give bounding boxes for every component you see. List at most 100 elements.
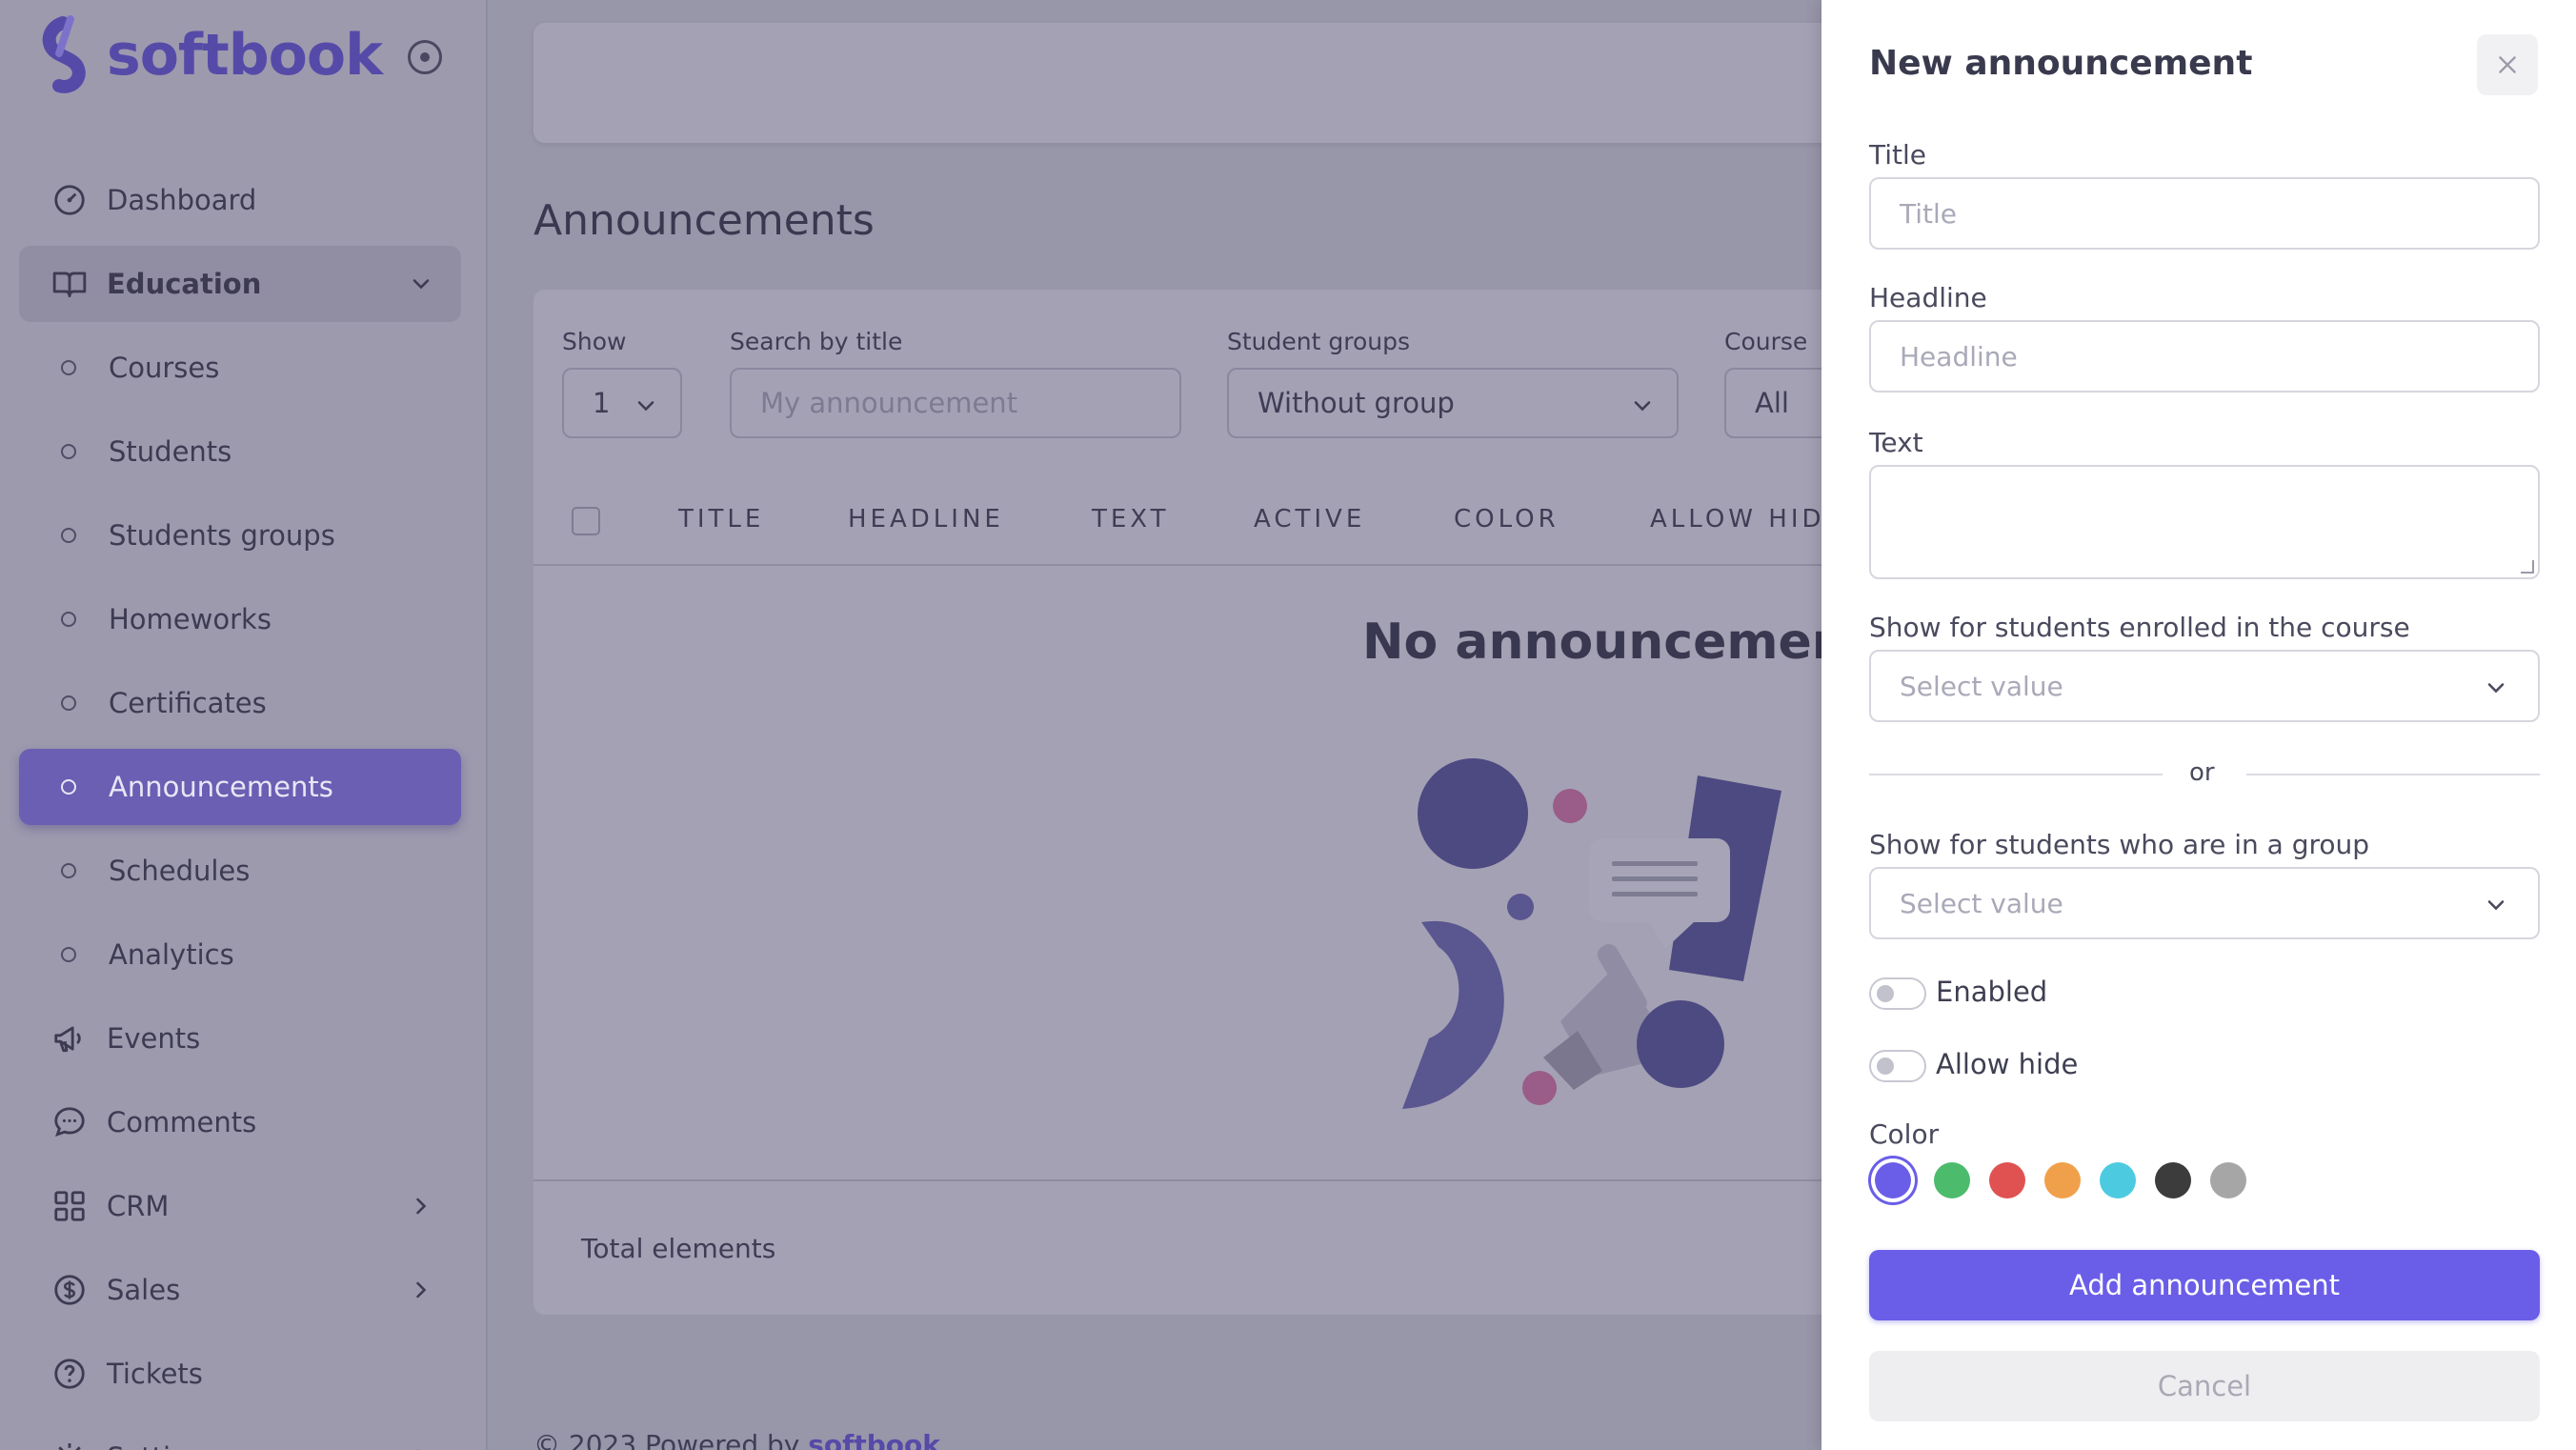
column-color[interactable]: COLOR	[1454, 505, 1560, 534]
column-title[interactable]: TITLE	[678, 505, 764, 534]
select-all-checkbox[interactable]	[572, 507, 600, 535]
text-textarea[interactable]	[1869, 465, 2540, 579]
empty-state-title: No announcements	[1362, 614, 1901, 671]
sidebar-item-label: Courses	[109, 352, 220, 384]
enabled-label: Enabled	[1936, 976, 2048, 1008]
headline-placeholder: Headline	[1900, 340, 2018, 373]
column-allow-hide[interactable]: ALLOW HIDE	[1650, 505, 1844, 534]
bullet-icon	[61, 947, 76, 962]
column-text[interactable]: TEXT	[1092, 505, 1170, 534]
sidebar-item-education[interactable]: Education	[19, 246, 461, 322]
bullet-icon	[61, 779, 76, 795]
gear-icon	[51, 1440, 88, 1450]
sidebar: softbook Dashboard Education Courses Stu…	[0, 0, 488, 1450]
brand-logo[interactable]: softbook	[34, 15, 383, 95]
bullet-icon	[61, 612, 76, 627]
color-swatch-purple[interactable]	[1875, 1162, 1911, 1198]
bullet-icon	[61, 528, 76, 543]
chevron-down-icon	[637, 401, 654, 412]
color-swatch-cyan[interactable]	[2100, 1162, 2136, 1198]
chevron-down-icon	[2487, 683, 2505, 694]
sidebar-collapse-button[interactable]	[408, 40, 442, 74]
show-select[interactable]: 1	[562, 368, 682, 438]
title-label: Title	[1869, 139, 1927, 171]
chevron-down-icon	[413, 279, 430, 290]
color-swatch-green[interactable]	[1934, 1162, 1970, 1198]
sidebar-item-label: Students groups	[109, 519, 335, 552]
page-title: Announcements	[533, 196, 875, 245]
cancel-button[interactable]: Cancel	[1869, 1351, 2540, 1421]
sidebar-item-label: Dashboard	[107, 184, 257, 216]
column-headline[interactable]: HEADLINE	[848, 505, 1004, 534]
table-footer-divider	[533, 1179, 1867, 1181]
sidebar-item-label: Education	[107, 268, 262, 300]
help-icon	[51, 1356, 88, 1392]
table-header: TITLE HEADLINE TEXT ACTIVE COLOR ALLOW H…	[533, 469, 1867, 566]
close-icon	[2499, 56, 2516, 73]
search-input[interactable]: My announcement	[730, 368, 1181, 438]
course-select[interactable]: Select value	[1869, 650, 2540, 722]
sidebar-item-courses[interactable]: Courses	[19, 330, 461, 406]
book-icon	[51, 266, 88, 302]
color-swatch-gray[interactable]	[2210, 1162, 2246, 1198]
sidebar-item-certificates[interactable]: Certificates	[19, 665, 461, 741]
enabled-toggle[interactable]	[1869, 977, 1926, 1010]
group-select-label: Show for students who are in a group	[1869, 829, 2370, 860]
sidebar-item-schedules[interactable]: Schedules	[19, 833, 461, 909]
color-swatch-black[interactable]	[2155, 1162, 2191, 1198]
column-active[interactable]: ACTIVE	[1254, 505, 1365, 534]
add-announcement-button[interactable]: Add announcement	[1869, 1250, 2540, 1320]
color-swatch-red[interactable]	[1989, 1162, 2025, 1198]
or-text: or	[2189, 758, 2215, 787]
sidebar-item-label: Students	[109, 435, 232, 468]
sidebar-item-homeworks[interactable]: Homeworks	[19, 581, 461, 657]
dashboard-icon	[51, 182, 88, 218]
allow-hide-toggle[interactable]	[1869, 1050, 1926, 1082]
sidebar-item-tickets[interactable]: Tickets	[19, 1336, 461, 1412]
footer-brand-link[interactable]: softbook	[808, 1429, 940, 1450]
grid-icon	[51, 1188, 88, 1224]
toggle-knob	[1877, 1057, 1894, 1075]
chevron-down-icon	[1634, 401, 1651, 412]
chevron-right-icon	[416, 1449, 419, 1450]
close-button[interactable]	[2477, 34, 2538, 95]
student-groups-select[interactable]: Without group	[1227, 368, 1679, 438]
title-placeholder: Title	[1900, 197, 1958, 230]
megaphone-icon	[51, 1020, 88, 1057]
headline-input[interactable]: Headline	[1869, 320, 2540, 393]
new-announcement-drawer: New announcement Title Title Headline He…	[1821, 0, 2576, 1450]
group-select[interactable]: Select value	[1869, 867, 2540, 939]
sidebar-item-students[interactable]: Students	[19, 413, 461, 490]
top-bar	[533, 23, 1867, 143]
sidebar-item-students-groups[interactable]: Students groups	[19, 497, 461, 574]
sidebar-item-label: Homeworks	[109, 603, 272, 635]
sidebar-item-crm[interactable]: CRM	[19, 1168, 461, 1244]
color-swatches	[1869, 1162, 2265, 1198]
color-swatch-orange[interactable]	[2044, 1162, 2081, 1198]
bullet-icon	[61, 444, 76, 459]
sidebar-item-label: CRM	[107, 1190, 170, 1222]
color-label: Color	[1869, 1118, 1940, 1150]
sidebar-item-label: Events	[107, 1022, 201, 1055]
sidebar-item-label: Comments	[107, 1106, 257, 1138]
sidebar-item-events[interactable]: Events	[19, 1000, 461, 1077]
sidebar-item-analytics[interactable]: Analytics	[19, 916, 461, 993]
sidebar-item-settings[interactable]: Settings	[19, 1420, 461, 1450]
chevron-down-icon	[2487, 900, 2505, 911]
sidebar-item-announcements[interactable]: Announcements	[19, 749, 461, 825]
bullet-icon	[61, 695, 76, 711]
sidebar-item-dashboard[interactable]: Dashboard	[19, 162, 461, 238]
sidebar-item-sales[interactable]: Sales	[19, 1252, 461, 1328]
title-input[interactable]: Title	[1869, 177, 2540, 250]
show-label: Show	[562, 328, 627, 355]
page-footer: © 2023 Powered by softbook	[533, 1429, 940, 1450]
sidebar-item-label: Sales	[107, 1274, 181, 1306]
sidebar-item-label: Settings	[107, 1441, 220, 1450]
sidebar-item-comments[interactable]: Comments	[19, 1084, 461, 1160]
main-content: Announcements Show 1 Search by title My …	[488, 0, 2010, 1450]
dollar-icon	[51, 1272, 88, 1308]
student-groups-label: Student groups	[1227, 328, 1410, 355]
sidebar-item-label: Announcements	[109, 771, 333, 803]
comment-icon	[51, 1104, 88, 1140]
bullet-icon	[61, 863, 76, 878]
